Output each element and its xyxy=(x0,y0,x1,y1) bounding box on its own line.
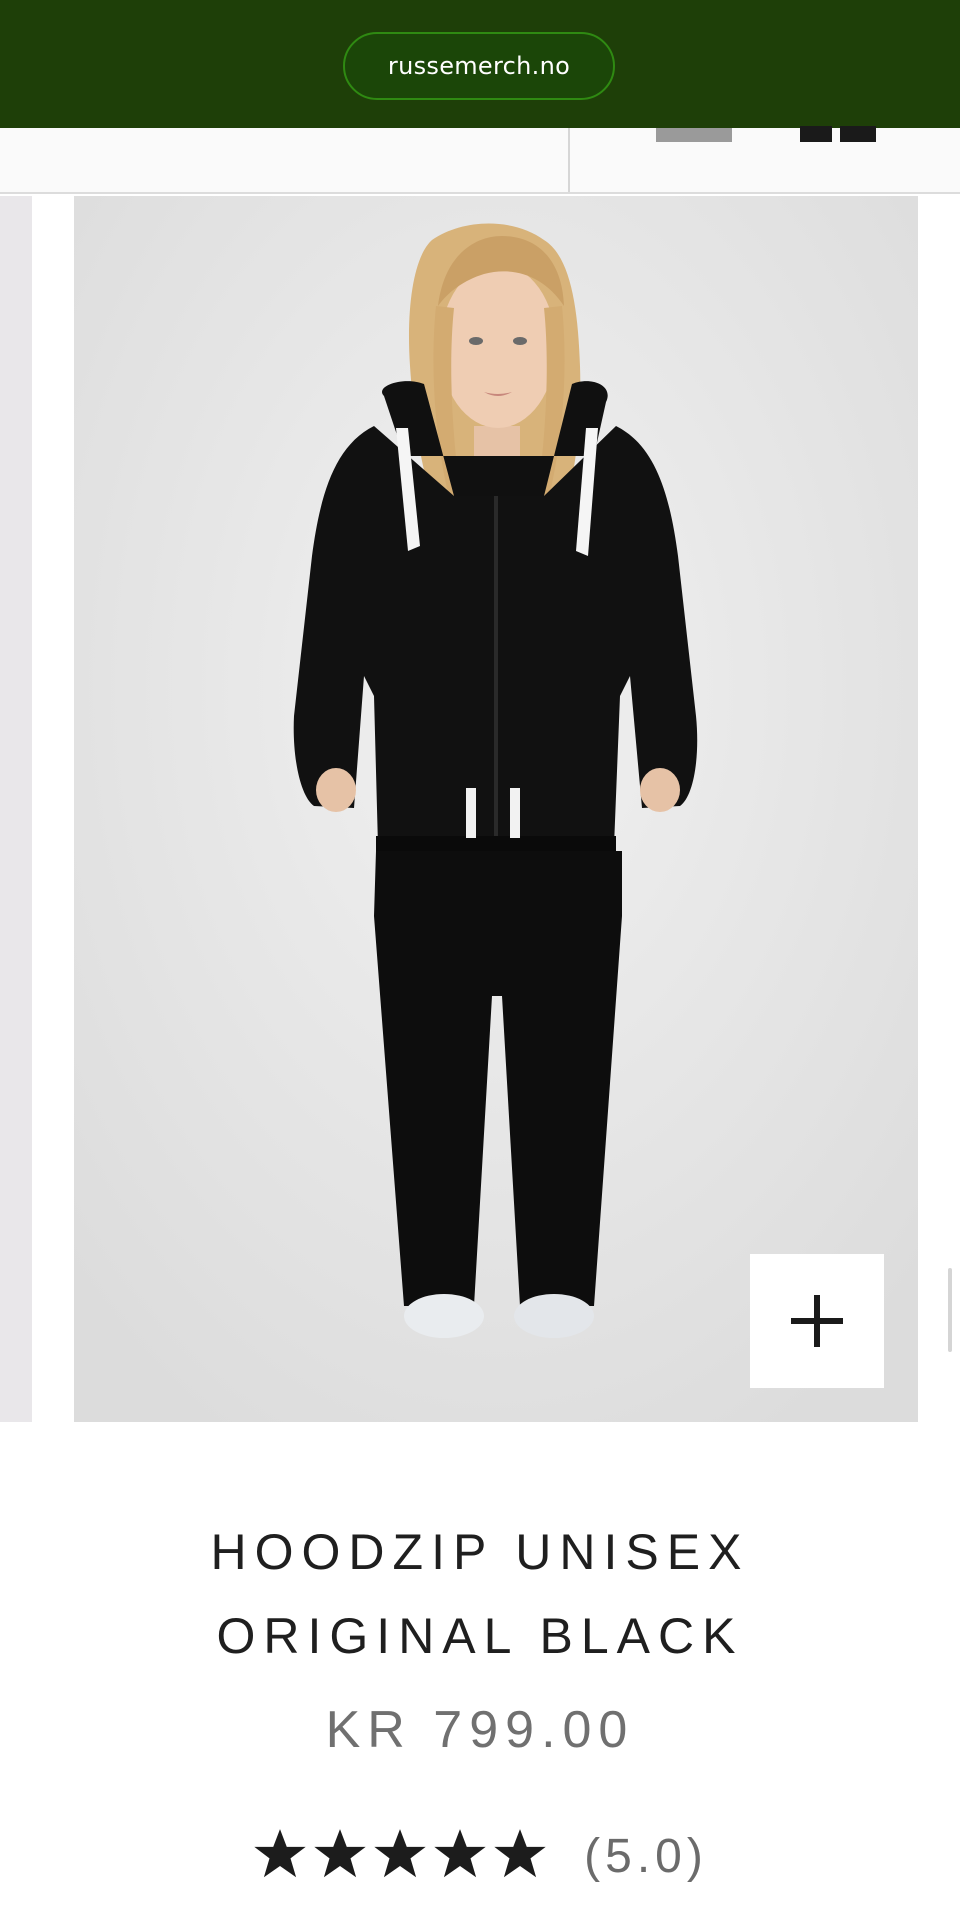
product-title-line-1: HOODZIP UNISEX xyxy=(210,1524,750,1580)
product-image-carousel[interactable] xyxy=(0,196,960,1422)
zoom-button[interactable] xyxy=(750,1254,884,1388)
header-divider xyxy=(568,128,570,192)
product-rating[interactable]: (5.0) xyxy=(0,1826,960,1886)
url-pill[interactable]: russemerch.no xyxy=(343,32,615,100)
previous-slide-peek[interactable] xyxy=(0,196,32,1422)
header-cart-icon-part xyxy=(840,126,876,142)
star-icon xyxy=(312,1829,368,1883)
product-price: KR 799.00 xyxy=(325,1701,635,1759)
product-title: HOODZIP UNISEX ORIGINAL BLACK xyxy=(0,1510,960,1678)
plus-icon xyxy=(791,1295,843,1347)
next-slide-peek[interactable] xyxy=(948,1268,952,1352)
star-icon xyxy=(432,1829,488,1883)
star-icon xyxy=(372,1829,428,1883)
rating-stars xyxy=(252,1829,548,1883)
header-cart-icon[interactable] xyxy=(800,126,832,142)
model-illustration xyxy=(74,196,918,1422)
header-menu-icon[interactable] xyxy=(656,128,732,142)
star-icon xyxy=(252,1829,308,1883)
rating-value: (5.0) xyxy=(584,1829,708,1883)
product-title-line-2: ORIGINAL BLACK xyxy=(216,1608,744,1664)
product-image[interactable] xyxy=(74,196,918,1422)
browser-top-bar: russemerch.no xyxy=(0,0,960,128)
star-icon xyxy=(492,1829,548,1883)
